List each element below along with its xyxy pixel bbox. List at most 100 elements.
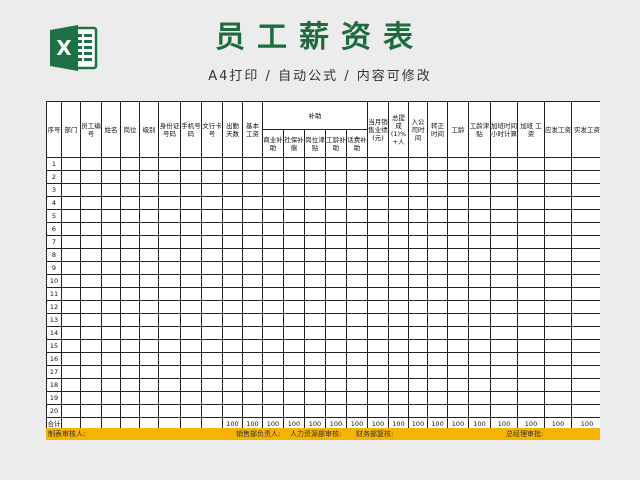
table-cell[interactable] — [158, 274, 181, 288]
table-cell[interactable] — [242, 339, 263, 353]
table-cell[interactable] — [447, 339, 470, 353]
table-cell[interactable] — [139, 209, 159, 223]
table-cell[interactable] — [544, 326, 573, 340]
table-cell[interactable] — [447, 352, 470, 366]
table-cell[interactable] — [304, 235, 326, 249]
table-cell[interactable] — [139, 170, 159, 184]
table-cell[interactable] — [101, 404, 121, 418]
table-cell[interactable] — [61, 339, 81, 353]
table-cell[interactable] — [517, 391, 546, 405]
table-cell[interactable] — [345, 352, 369, 366]
table-cell[interactable] — [367, 222, 390, 236]
table-cell[interactable] — [490, 274, 519, 288]
table-cell[interactable] — [80, 378, 102, 392]
table-cell[interactable] — [283, 287, 305, 301]
table-cell[interactable] — [242, 209, 263, 223]
table-cell[interactable] — [408, 183, 429, 197]
table-cell[interactable] — [242, 365, 263, 379]
table-cell[interactable] — [345, 183, 369, 197]
table-cell[interactable] — [304, 222, 326, 236]
table-cell[interactable] — [571, 235, 600, 249]
table-cell[interactable] — [427, 196, 449, 210]
table-cell[interactable] — [427, 287, 449, 301]
table-cell[interactable] — [367, 183, 390, 197]
table-cell[interactable] — [304, 287, 326, 301]
table-cell[interactable] — [120, 365, 140, 379]
table-cell[interactable] — [61, 300, 81, 314]
table-cell[interactable] — [283, 170, 305, 184]
table-cell[interactable] — [262, 248, 284, 262]
table-cell[interactable] — [139, 183, 159, 197]
table-cell[interactable] — [201, 365, 223, 379]
table-cell[interactable] — [139, 274, 159, 288]
table-cell[interactable] — [158, 365, 181, 379]
table-cell[interactable] — [345, 261, 369, 275]
table-cell[interactable] — [139, 196, 159, 210]
table-cell[interactable] — [120, 274, 140, 288]
table-cell[interactable] — [571, 352, 600, 366]
table-cell[interactable] — [120, 313, 140, 327]
table-cell[interactable] — [517, 313, 546, 327]
table-cell[interactable] — [242, 313, 263, 327]
table-cell[interactable] — [447, 274, 470, 288]
table-cell[interactable] — [490, 339, 519, 353]
table-cell[interactable] — [120, 300, 140, 314]
table-cell[interactable] — [201, 209, 223, 223]
table-cell[interactable] — [201, 222, 223, 236]
table-cell[interactable] — [61, 274, 81, 288]
table-cell[interactable] — [468, 170, 492, 184]
table-cell[interactable] — [101, 391, 121, 405]
table-cell[interactable] — [139, 378, 159, 392]
table-cell[interactable] — [262, 170, 284, 184]
table-cell[interactable] — [222, 378, 243, 392]
table-cell[interactable] — [262, 300, 284, 314]
table-cell[interactable] — [262, 274, 284, 288]
table-cell[interactable] — [283, 157, 305, 171]
table-cell[interactable] — [517, 378, 546, 392]
table-cell[interactable] — [101, 196, 121, 210]
table-cell[interactable] — [408, 313, 429, 327]
table-cell[interactable] — [427, 248, 449, 262]
table-cell[interactable] — [222, 313, 243, 327]
table-cell[interactable] — [101, 235, 121, 249]
table-cell[interactable] — [158, 300, 181, 314]
table-cell[interactable] — [158, 248, 181, 262]
table-cell[interactable] — [427, 157, 449, 171]
table-cell[interactable] — [262, 196, 284, 210]
table-cell[interactable] — [139, 404, 159, 418]
table-cell[interactable] — [388, 300, 410, 314]
table-cell[interactable] — [80, 365, 102, 379]
table-cell[interactable] — [427, 209, 449, 223]
table-cell[interactable] — [427, 339, 449, 353]
table-cell[interactable] — [468, 157, 492, 171]
table-cell[interactable] — [242, 261, 263, 275]
table-cell[interactable] — [201, 352, 223, 366]
table-cell[interactable] — [180, 287, 202, 301]
table-cell[interactable] — [120, 261, 140, 275]
table-cell[interactable] — [325, 209, 347, 223]
table-cell[interactable] — [139, 300, 159, 314]
table-cell[interactable] — [571, 339, 600, 353]
table-cell[interactable] — [544, 287, 573, 301]
table-cell[interactable] — [408, 404, 429, 418]
table-cell[interactable] — [367, 157, 390, 171]
table-cell[interactable] — [571, 391, 600, 405]
table-cell[interactable] — [345, 196, 369, 210]
table-cell[interactable] — [427, 222, 449, 236]
table-cell[interactable] — [242, 183, 263, 197]
table-cell[interactable] — [345, 287, 369, 301]
table-cell[interactable] — [180, 274, 202, 288]
table-cell[interactable] — [201, 326, 223, 340]
table-cell[interactable] — [262, 352, 284, 366]
table-cell[interactable] — [517, 326, 546, 340]
table-cell[interactable] — [101, 352, 121, 366]
table-cell[interactable] — [120, 183, 140, 197]
table-cell[interactable] — [222, 365, 243, 379]
table-cell[interactable] — [408, 170, 429, 184]
table-cell[interactable] — [490, 300, 519, 314]
table-cell[interactable] — [80, 300, 102, 314]
table-cell[interactable] — [222, 391, 243, 405]
table-cell[interactable] — [283, 352, 305, 366]
table-cell[interactable] — [61, 183, 81, 197]
table-cell[interactable] — [408, 274, 429, 288]
